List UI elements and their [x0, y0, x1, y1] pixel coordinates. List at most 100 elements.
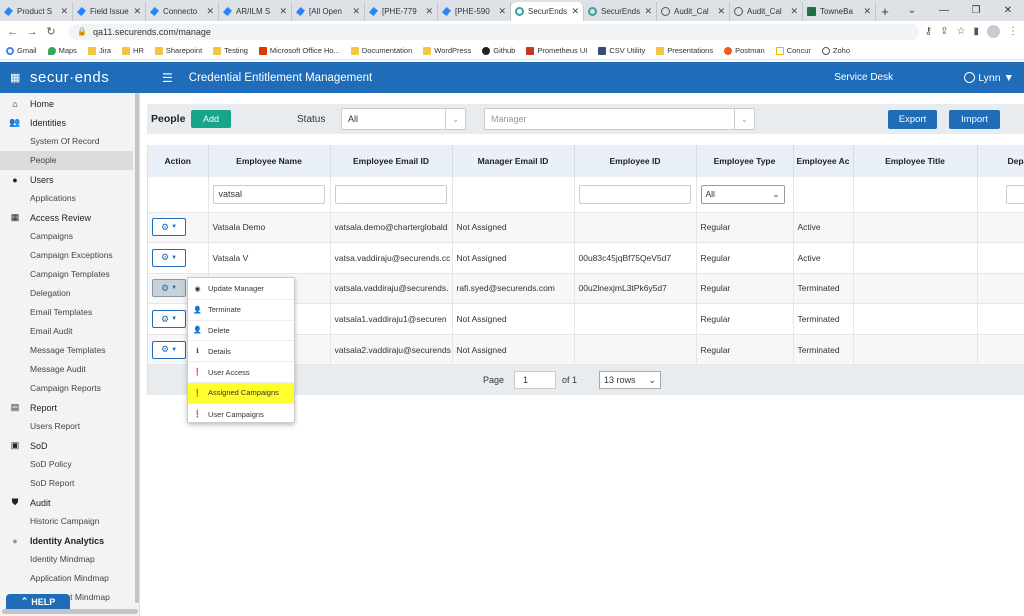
column-header[interactable]: Employee Name — [208, 145, 331, 177]
sidebar-item-applications[interactable]: Applications — [0, 189, 139, 208]
employee-email-filter[interactable] — [334, 184, 447, 204]
bookmark[interactable]: Gmail — [6, 46, 37, 55]
sidebar-section-audit[interactable]: ⛊ Audit — [0, 493, 139, 512]
apps-grid-icon[interactable]: ▦ — [10, 71, 22, 84]
employee-type-filter[interactable]: All ⌄ — [700, 184, 785, 204]
sidebar-item-campaign-templates[interactable]: Campaign Templates — [0, 265, 139, 284]
close-icon[interactable]: ✕ — [352, 6, 360, 17]
star-icon[interactable]: ☆ — [957, 26, 966, 37]
user-menu-button[interactable]: Lynn ▼ — [964, 72, 1014, 84]
menu-item-delete[interactable]: 👤 Delete — [188, 321, 294, 342]
sidebar-section-users[interactable]: ● Users — [0, 170, 139, 189]
browser-tab[interactable]: Product S ✕ — [0, 2, 73, 21]
key-icon[interactable]: ⚷ — [925, 26, 932, 37]
sidebar-item-identity-mindmap[interactable]: Identity Mindmap — [0, 550, 139, 569]
close-icon[interactable]: ✕ — [790, 6, 798, 17]
menu-item-terminate[interactable]: 👤 Terminate — [188, 300, 294, 321]
employee-name-filter[interactable]: vatsal — [212, 184, 325, 204]
sidebar-section-report[interactable]: ▤ Report — [0, 398, 139, 417]
browser-tab[interactable]: Audit_Cal ✕ — [730, 2, 803, 21]
help-button[interactable]: ⌃ HELP — [6, 594, 70, 609]
close-icon[interactable]: ✕ — [279, 6, 287, 17]
bookmark[interactable]: Zoho — [821, 46, 850, 55]
column-header[interactable]: Employee Title — [853, 145, 978, 177]
bookmark[interactable]: HR — [122, 46, 144, 55]
reload-icon[interactable]: ↻ — [44, 25, 58, 38]
bookmark[interactable]: Testing — [213, 46, 248, 55]
import-button[interactable]: Import — [949, 109, 1000, 129]
bookmark[interactable]: Concur — [775, 46, 811, 55]
menu-item-assigned-campaigns[interactable]: ❗ Assigned Campaigns — [188, 382, 294, 404]
close-icon[interactable]: ✕ — [498, 6, 506, 17]
column-header[interactable]: Employee ID — [574, 145, 697, 177]
row-action-button[interactable]: ⚙ ▼ — [152, 340, 186, 359]
close-icon[interactable]: ✕ — [717, 6, 725, 17]
bookmark[interactable]: Documentation — [350, 46, 412, 55]
column-header[interactable]: Action — [148, 145, 209, 177]
minimize-icon[interactable]: — — [928, 0, 960, 21]
browser-tab[interactable]: SecurEnds ✕ — [584, 2, 657, 21]
sidebar-item-historic-campaign[interactable]: Historic Campaign — [0, 512, 139, 531]
export-button[interactable]: Export — [888, 109, 937, 129]
close-window-icon[interactable]: ✕ — [992, 0, 1024, 21]
browser-tab[interactable]: [PHE-779 ✕ — [365, 2, 438, 21]
column-header[interactable]: Employee Type — [696, 145, 794, 177]
back-arrow-icon[interactable]: ← — [6, 26, 20, 38]
sidebar-item-sod-report[interactable]: SoD Report — [0, 474, 139, 493]
sidebar-item-message-audit[interactable]: Message Audit — [0, 360, 139, 379]
more-icon[interactable]: ⋮ — [1008, 26, 1018, 37]
column-header[interactable]: Manager Email ID — [452, 145, 575, 177]
sidebar-item-sod-policy[interactable]: SoD Policy — [0, 455, 139, 474]
row-action-button[interactable]: ⚙ ▼ — [152, 248, 186, 267]
close-icon[interactable]: ✕ — [60, 6, 68, 17]
sidebar-item-email-templates[interactable]: Email Templates — [0, 303, 139, 322]
browser-tab[interactable]: [All Open ✕ — [292, 2, 365, 21]
service-desk-link[interactable]: Service Desk — [834, 72, 964, 83]
profile-avatar[interactable] — [987, 25, 1000, 38]
sidebar-item-campaign-exceptions[interactable]: Campaign Exceptions — [0, 246, 139, 265]
sidebar-item-application-mindmap[interactable]: Application Mindmap — [0, 569, 139, 588]
browser-tab[interactable]: [PHE-590 ✕ — [438, 2, 511, 21]
sidebar-item-message-templates[interactable]: Message Templates — [0, 341, 139, 360]
bookmark[interactable]: CSV Utility — [598, 46, 645, 55]
sidebar-item-email-audit[interactable]: Email Audit — [0, 322, 139, 341]
sidebar-item-campaigns[interactable]: Campaigns — [0, 227, 139, 246]
close-icon[interactable]: ✕ — [425, 6, 433, 17]
tab-search-icon[interactable]: ⌄ — [896, 0, 928, 21]
sidebar-section-identity-analytics[interactable]: ● Identity Analytics — [0, 531, 139, 550]
bookmark[interactable]: Microsoft Office Ho... — [258, 46, 340, 55]
bookmark[interactable]: Maps — [47, 46, 77, 55]
browser-tab-active[interactable]: SecurEnds ✕ — [511, 2, 584, 21]
new-tab-button[interactable]: + — [876, 2, 894, 21]
browser-tab[interactable]: Field Issue ✕ — [73, 2, 146, 21]
sidebar-section-home[interactable]: ⌂ Home — [0, 94, 139, 113]
column-header[interactable]: Employee Email ID — [330, 145, 453, 177]
close-icon[interactable]: ✕ — [644, 6, 652, 17]
sidebar-section-sod[interactable]: ▣ SoD — [0, 436, 139, 455]
browser-tab[interactable]: Audit_Cal ✕ — [657, 2, 730, 21]
sidebar-item-system-of-record[interactable]: System Of Record — [0, 132, 139, 151]
sidepanel-icon[interactable]: ▮ — [973, 26, 979, 37]
menu-item-user-access[interactable]: ❗ User Access — [188, 362, 294, 383]
bookmark[interactable]: Postman — [724, 46, 765, 55]
browser-tab[interactable]: AR/ILM S ✕ — [219, 2, 292, 21]
add-button[interactable]: Add — [191, 110, 231, 128]
sidebar-scrollbar[interactable] — [135, 93, 139, 603]
manager-select[interactable]: Manager ⌄ — [484, 108, 755, 130]
browser-tab[interactable]: TowneBa ✕ — [803, 2, 876, 21]
close-icon[interactable]: ✕ — [206, 6, 214, 17]
restore-icon[interactable]: ❐ — [960, 0, 992, 21]
menu-item-update-manager[interactable]: ◉ Update Manager — [188, 279, 294, 300]
bookmark[interactable]: Prometheus UI — [526, 46, 587, 55]
menu-item-user-campaigns[interactable]: ❗ User Campaigns — [188, 404, 294, 425]
sidebar-item-people[interactable]: People — [0, 151, 133, 170]
hamburger-menu-icon[interactable]: ☰ — [162, 71, 173, 85]
bookmark[interactable]: Jira — [87, 46, 111, 55]
sidebar-section-access-review[interactable]: ▦ Access Review — [0, 208, 139, 227]
page-number-input[interactable]: 1 — [514, 371, 557, 389]
column-header[interactable]: Employee Ac — [793, 145, 854, 177]
close-icon[interactable]: ✕ — [571, 6, 579, 17]
menu-item-details[interactable]: ℹ Details — [188, 341, 294, 363]
department-filter[interactable] — [1005, 184, 1024, 204]
horizontal-scrollbar[interactable] — [2, 609, 138, 614]
